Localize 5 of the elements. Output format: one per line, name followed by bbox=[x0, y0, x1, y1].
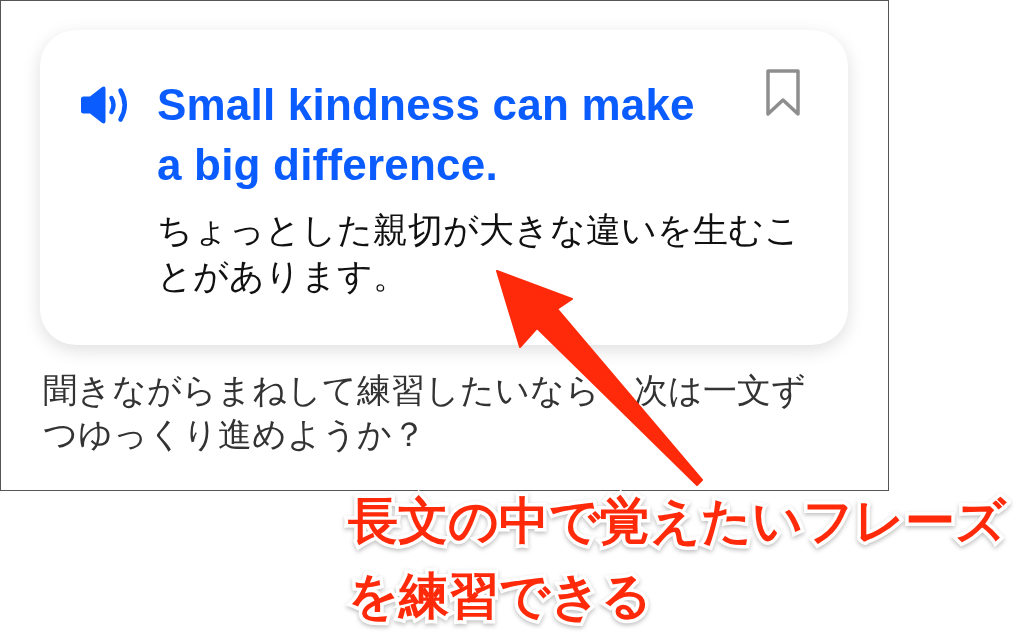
chat-message: 聞きながらまねして練習したいなら 次は一文ずつゆっくり進めようか？ bbox=[43, 370, 807, 455]
japanese-translation: ちょっとした親切が大きな違いを生むことがあります。 bbox=[157, 209, 801, 297]
english-phrase: Small kindness can make a big difference. bbox=[157, 79, 696, 191]
bookmark-icon[interactable] bbox=[766, 69, 800, 116]
annotation-text: 長文の中で覚えたいフレーズを練習できる bbox=[348, 492, 1008, 626]
